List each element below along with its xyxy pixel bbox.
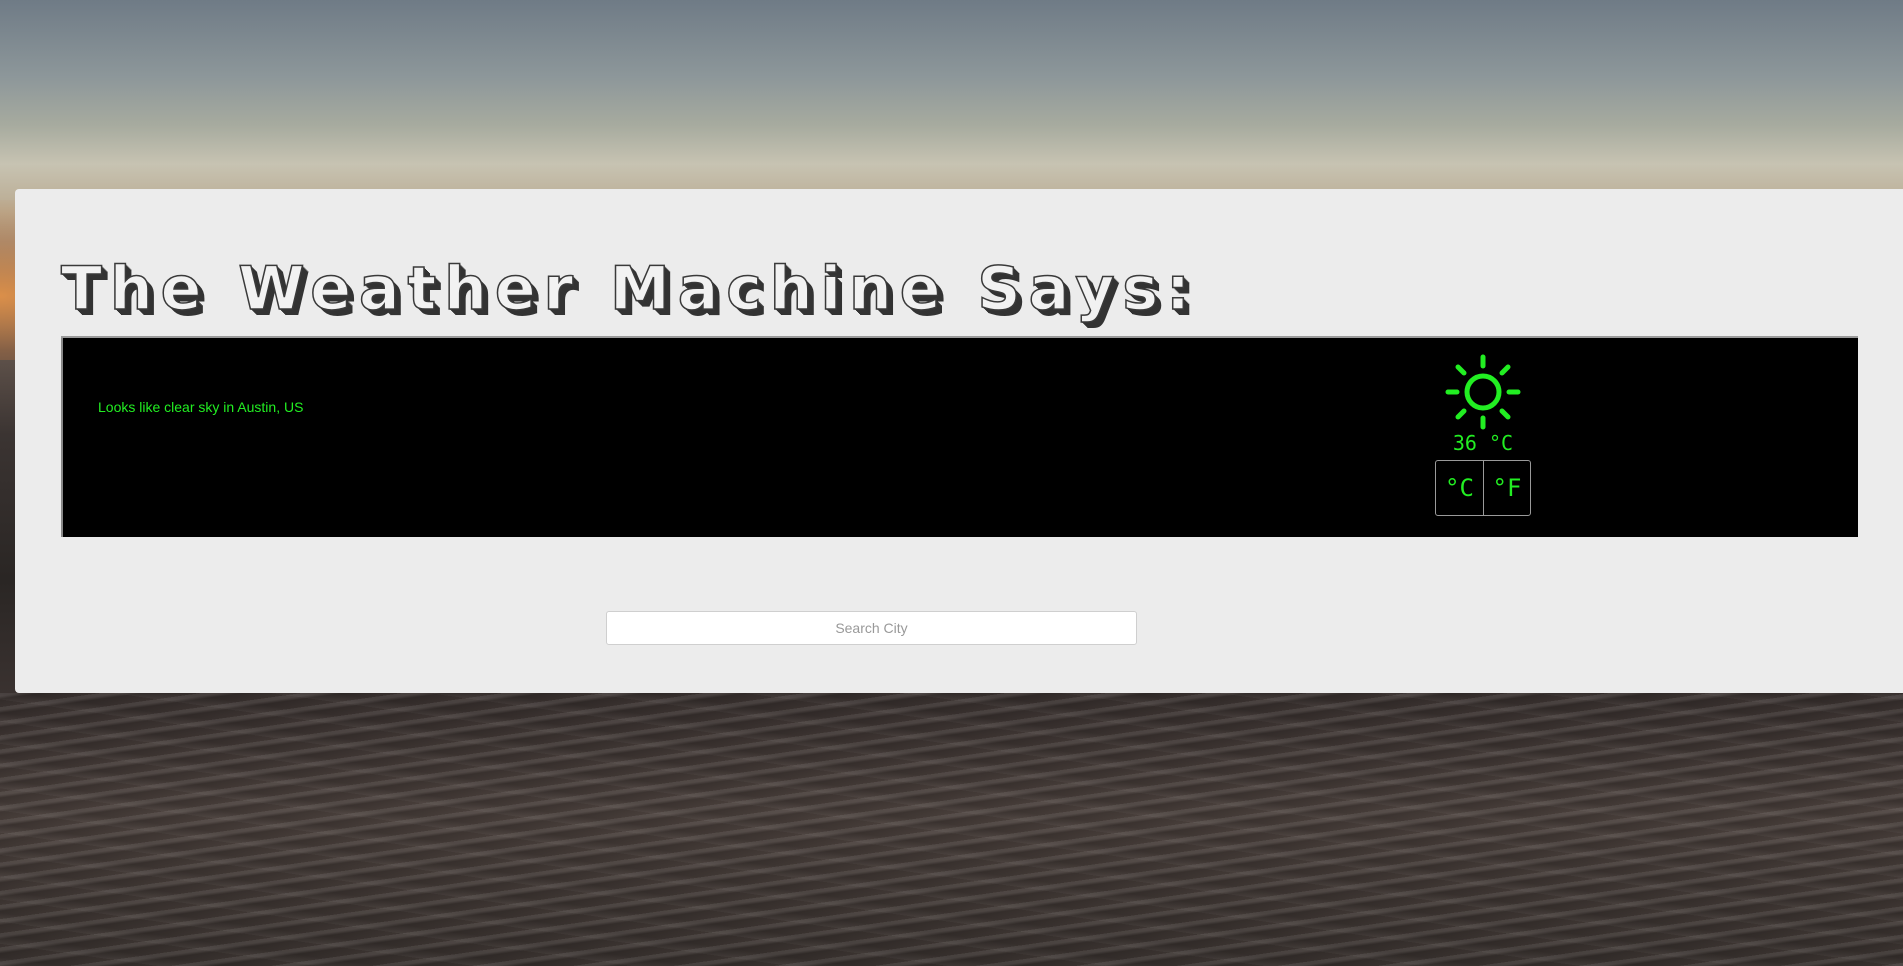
weather-summary: Looks like clear sky in Austin, US — [98, 399, 304, 415]
search-city-input[interactable] — [606, 611, 1137, 645]
celsius-button[interactable]: °C — [1436, 461, 1483, 515]
weather-display: Looks like clear sky in Austin, US 36 °C… — [61, 338, 1858, 537]
page-title: The Weather Machine Says: — [60, 253, 1199, 325]
temperature-value: 36 °C — [1452, 431, 1514, 455]
sun-icon — [1445, 354, 1521, 430]
fahrenheit-button[interactable]: °F — [1483, 461, 1530, 515]
background-sand-ripples — [0, 693, 1903, 966]
unit-toggle-group: °C °F — [1435, 460, 1531, 516]
